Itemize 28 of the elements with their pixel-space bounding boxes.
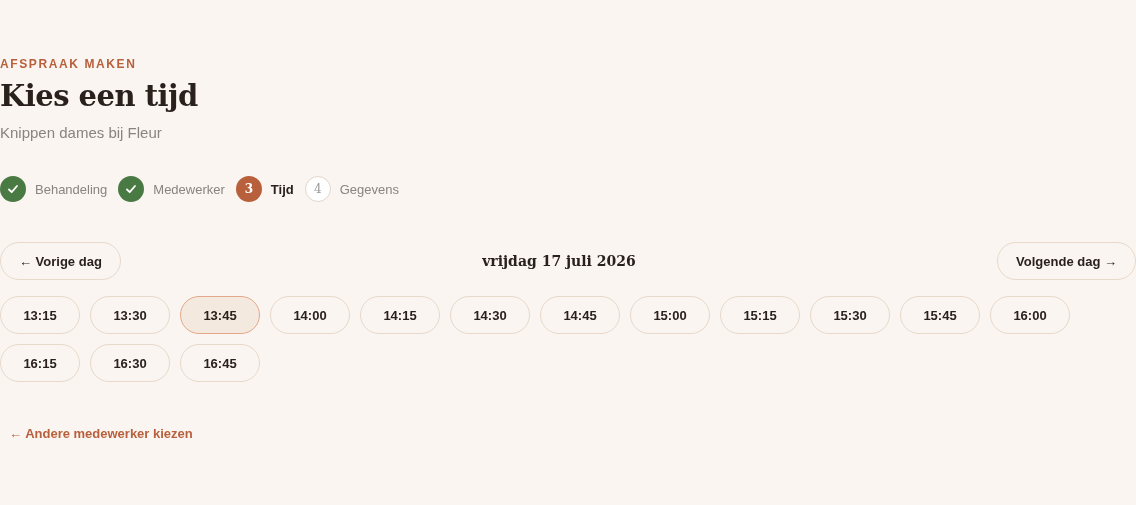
time-slot-button[interactable]: 13:30: [90, 296, 170, 335]
time-slot-button[interactable]: 15:15: [720, 296, 800, 335]
subtitle: Knippen dames bij Fleur: [0, 122, 163, 143]
time-slot-button[interactable]: 15:30: [810, 296, 890, 335]
time-slot-button[interactable]: 14:00: [270, 296, 350, 335]
step-number: 3: [235, 176, 262, 203]
step-label: Medewerker: [153, 180, 225, 199]
step-label: Tijd: [270, 180, 294, 199]
time-slot-button[interactable]: 16:15: [0, 344, 80, 383]
step-label: Behandeling: [35, 180, 108, 199]
previous-day-button[interactable]: ← Vorige dag: [0, 242, 121, 281]
time-slot-button[interactable]: 16:45: [180, 344, 260, 383]
time-slot-button[interactable]: 16:00: [990, 296, 1070, 335]
time-slot-button[interactable]: 14:30: [450, 296, 530, 335]
time-slot-button[interactable]: 13:45: [180, 296, 260, 335]
step-number: 4: [304, 176, 331, 203]
page-title: Kies een tijd: [0, 79, 199, 114]
step-label: Gegevens: [339, 180, 399, 199]
next-day-button[interactable]: Volgende dag →: [997, 242, 1136, 281]
time-slot-button[interactable]: 14:45: [540, 296, 620, 335]
time-slot-button[interactable]: 16:30: [90, 344, 170, 383]
eyebrow-label: AFSPRAAK MAKEN: [0, 56, 138, 73]
back-link[interactable]: ← Andere medewerker kiezen: [9, 424, 193, 444]
time-slot-button[interactable]: 14:15: [360, 296, 440, 335]
date-heading: vrijdag 17 juli 2026: [482, 251, 636, 271]
time-slot-button[interactable]: 13:15: [0, 296, 80, 335]
time-slot-button[interactable]: 15:45: [900, 296, 980, 335]
time-slot-button[interactable]: 15:00: [630, 296, 710, 335]
